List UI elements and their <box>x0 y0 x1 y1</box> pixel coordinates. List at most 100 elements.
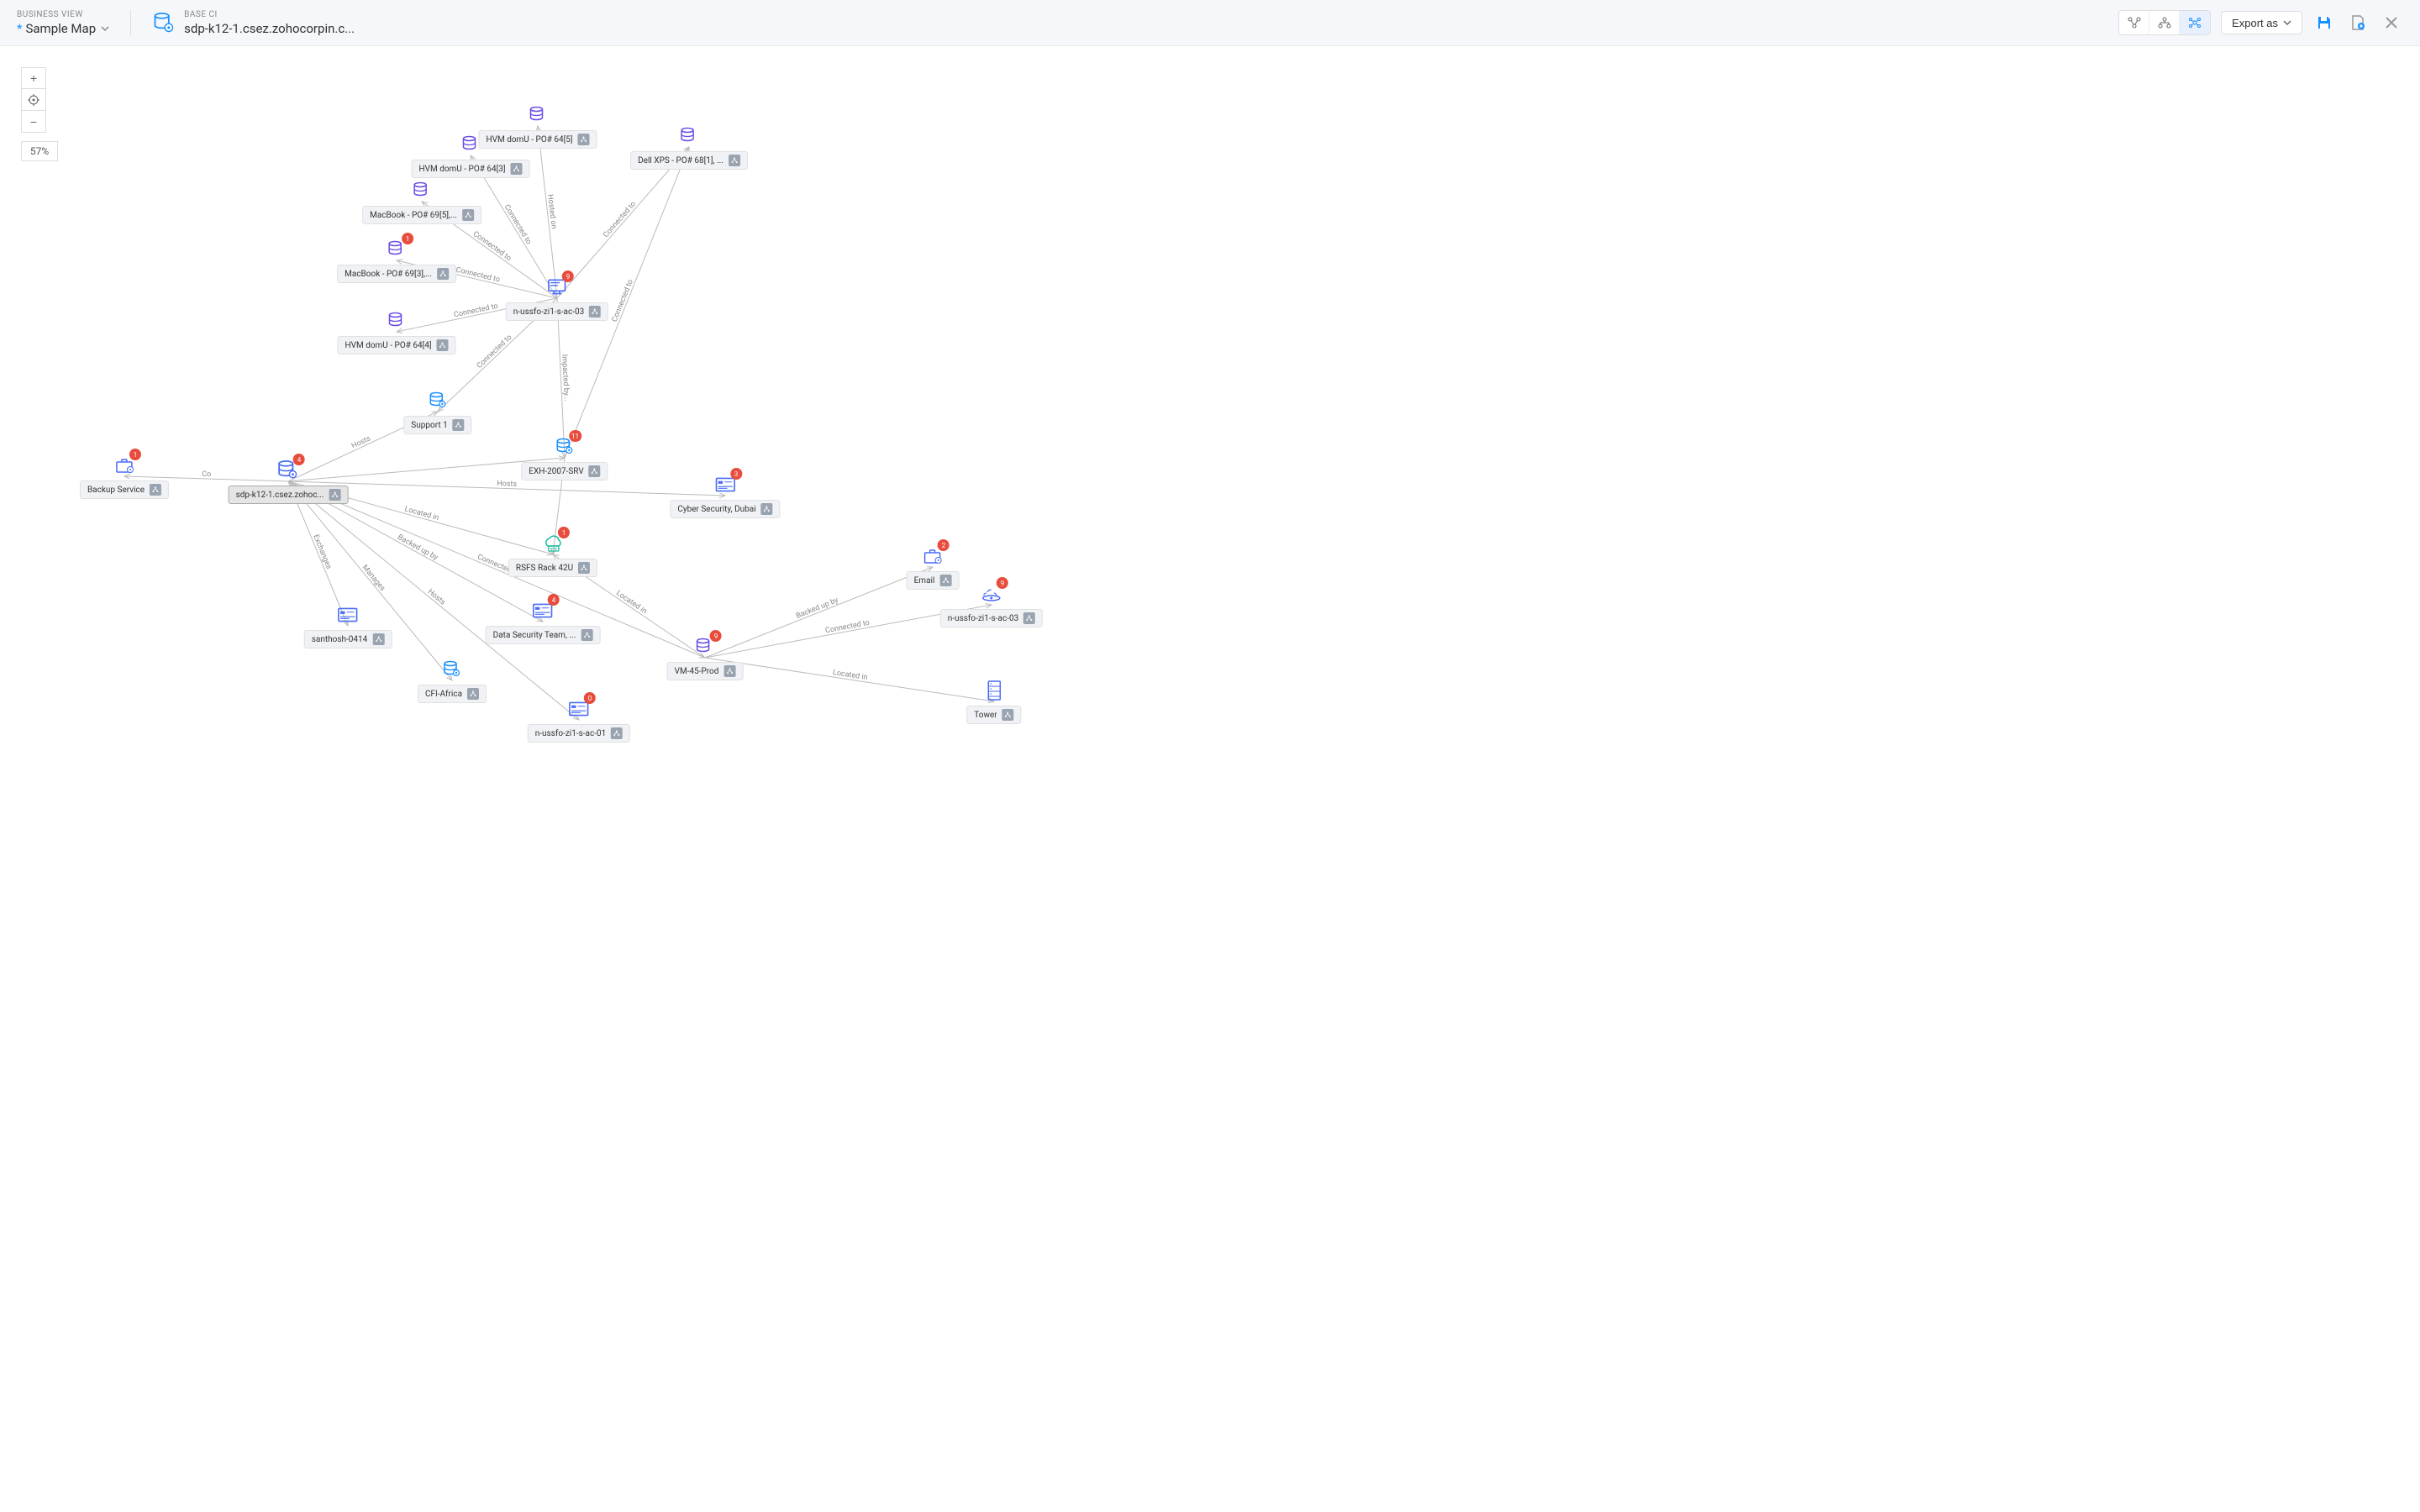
node-badge: 0 <box>584 692 596 704</box>
graph-node[interactable]: CFI-Africa <box>418 658 487 703</box>
graph-node[interactable]: 9 n-ussfo-zi1-s-ac-03 <box>506 276 608 321</box>
node-icon <box>426 389 450 412</box>
node-label-chip[interactable]: Dell XPS - PO# 68[1], ... <box>630 151 748 170</box>
node-icon: 2 <box>921 544 944 568</box>
node-badge: 4 <box>293 454 305 465</box>
graph-node[interactable]: 0 n-ussfo-zi1-s-ac-01 <box>528 697 630 743</box>
expand-icon[interactable] <box>589 465 601 477</box>
zoom-in-button[interactable]: + <box>21 67 46 89</box>
expand-icon[interactable] <box>578 134 590 145</box>
node-icon: 0 <box>567 697 591 721</box>
expand-icon[interactable] <box>437 339 449 351</box>
expand-icon[interactable] <box>462 209 474 221</box>
node-label-text: RSFS Rack 42U <box>516 564 573 573</box>
node-label-text: VM-45-Prod <box>675 667 719 676</box>
layout-graph-button[interactable] <box>2119 11 2149 34</box>
expand-icon[interactable] <box>589 306 601 318</box>
radial-icon <box>2188 17 2202 29</box>
node-label-chip[interactable]: n-ussfo-zi1-s-ac-01 <box>528 724 630 743</box>
graph-node[interactable]: 4 Data Security Team, ... <box>486 599 601 644</box>
edge-label: Connected to <box>453 302 498 320</box>
graph-canvas[interactable]: + − 57% Hosted onConnected toConnected t… <box>0 46 2420 1512</box>
graph-node[interactable]: 4 sdp-k12-1.csez.zohoc... <box>229 459 349 504</box>
node-label-chip[interactable]: HVM domU - PO# 64[4] <box>337 336 455 354</box>
graph-node[interactable]: 1 RSFS Rack 42U <box>508 532 597 577</box>
node-badge: 1 <box>402 233 413 244</box>
node-icon <box>440 658 464 681</box>
node-badge: 4 <box>548 594 560 606</box>
expand-icon[interactable] <box>329 489 340 501</box>
node-icon: 4 <box>276 459 300 482</box>
expand-icon[interactable] <box>1002 709 1014 721</box>
node-label-chip[interactable]: sdp-k12-1.csez.zohoc... <box>229 486 349 504</box>
node-label-text: MacBook - PO# 69[5],... <box>370 211 457 220</box>
save-as-button[interactable] <box>2346 11 2370 34</box>
expand-icon[interactable] <box>372 633 384 645</box>
edge-label: Connected to <box>602 200 638 239</box>
close-icon <box>2385 16 2398 29</box>
node-label-chip[interactable]: Cyber Security, Dubai <box>670 500 780 518</box>
node-label-text: Support 1 <box>411 421 447 430</box>
graph-node[interactable]: 9 VM-45-Prod <box>667 635 744 680</box>
expand-icon[interactable] <box>437 268 449 280</box>
node-label-chip[interactable]: Support 1 <box>403 416 471 434</box>
graph-node[interactable]: HVM domU - PO# 64[3] <box>411 133 529 178</box>
graph-node[interactable]: 1 Backup Service <box>80 454 169 499</box>
node-label-chip[interactable]: MacBook - PO# 69[3],... <box>337 265 456 283</box>
graph-node[interactable]: 1 MacBook - PO# 69[3],... <box>337 238 456 283</box>
node-label-chip[interactable]: Tower <box>966 706 1021 724</box>
node-label-text: n-ussfo-zi1-s-ac-03 <box>948 614 1018 623</box>
expand-icon[interactable] <box>723 665 735 677</box>
business-view-value[interactable]: * Sample Map <box>17 21 109 36</box>
node-label-chip[interactable]: n-ussfo-zi1-s-ac-03 <box>506 302 608 321</box>
expand-icon[interactable] <box>150 484 161 496</box>
expand-icon[interactable] <box>581 629 592 641</box>
expand-icon[interactable] <box>511 163 523 175</box>
node-badge: 9 <box>710 630 722 642</box>
node-label-text: Cyber Security, Dubai <box>677 505 755 514</box>
expand-icon[interactable] <box>467 688 479 700</box>
graph-node[interactable]: 9 n-ussfo-zi1-s-ac-03 <box>940 582 1043 627</box>
expand-icon[interactable] <box>578 562 590 574</box>
graph-node[interactable]: 11 EXH-2007-SRV <box>521 435 608 480</box>
database-gear-icon <box>152 11 176 34</box>
modified-indicator: * <box>17 21 22 36</box>
node-label-chip[interactable]: santhosh-0414 <box>304 630 392 648</box>
expand-icon[interactable] <box>611 727 623 739</box>
node-label-chip[interactable]: CFI-Africa <box>418 685 487 703</box>
business-view-group[interactable]: BUSINESS VIEW * Sample Map <box>17 10 109 36</box>
graph-node[interactable]: santhosh-0414 <box>304 603 392 648</box>
base-ci-group: BASE CI sdp-k12-1.csez.zohocorpin.c... <box>152 10 355 36</box>
edge-label: Connected to <box>471 230 513 263</box>
layout-tree-button[interactable] <box>2149 11 2180 34</box>
graph-node[interactable]: MacBook - PO# 69[5],... <box>362 179 481 224</box>
expand-icon[interactable] <box>729 155 740 166</box>
graph-node[interactable]: Support 1 <box>403 389 471 434</box>
zoom-out-button[interactable]: − <box>21 111 46 133</box>
node-label-chip[interactable]: n-ussfo-zi1-s-ac-03 <box>940 609 1043 627</box>
zoom-level[interactable]: 57% <box>21 141 58 161</box>
node-label-chip[interactable]: VM-45-Prod <box>667 662 744 680</box>
layout-radial-button[interactable] <box>2180 11 2210 34</box>
export-button[interactable]: Export as <box>2221 11 2302 34</box>
graph-node[interactable]: 3 Cyber Security, Dubai <box>670 473 780 518</box>
edge-label: Connected to <box>476 333 514 370</box>
expand-icon[interactable] <box>1023 612 1035 624</box>
node-label-chip[interactable]: Backup Service <box>80 480 169 499</box>
close-button[interactable] <box>2380 11 2403 34</box>
node-label-chip[interactable]: MacBook - PO# 69[5],... <box>362 206 481 224</box>
chevron-down-icon <box>101 24 109 33</box>
zoom-center-button[interactable] <box>21 89 46 111</box>
node-label-chip[interactable]: EXH-2007-SRV <box>521 462 608 480</box>
node-label-chip[interactable]: HVM domU - PO# 64[3] <box>411 160 529 178</box>
node-label-chip[interactable]: Data Security Team, ... <box>486 626 601 644</box>
graph-node[interactable]: HVM domU - PO# 64[4] <box>337 309 455 354</box>
node-icon <box>410 179 434 202</box>
save-as-icon <box>2350 15 2365 30</box>
graph-node[interactable]: Tower <box>966 679 1021 724</box>
node-label-chip[interactable]: RSFS Rack 42U <box>508 559 597 577</box>
graph-node[interactable]: Dell XPS - PO# 68[1], ... <box>630 124 748 170</box>
save-button[interactable] <box>2312 11 2336 34</box>
expand-icon[interactable] <box>453 419 465 431</box>
expand-icon[interactable] <box>761 503 773 515</box>
